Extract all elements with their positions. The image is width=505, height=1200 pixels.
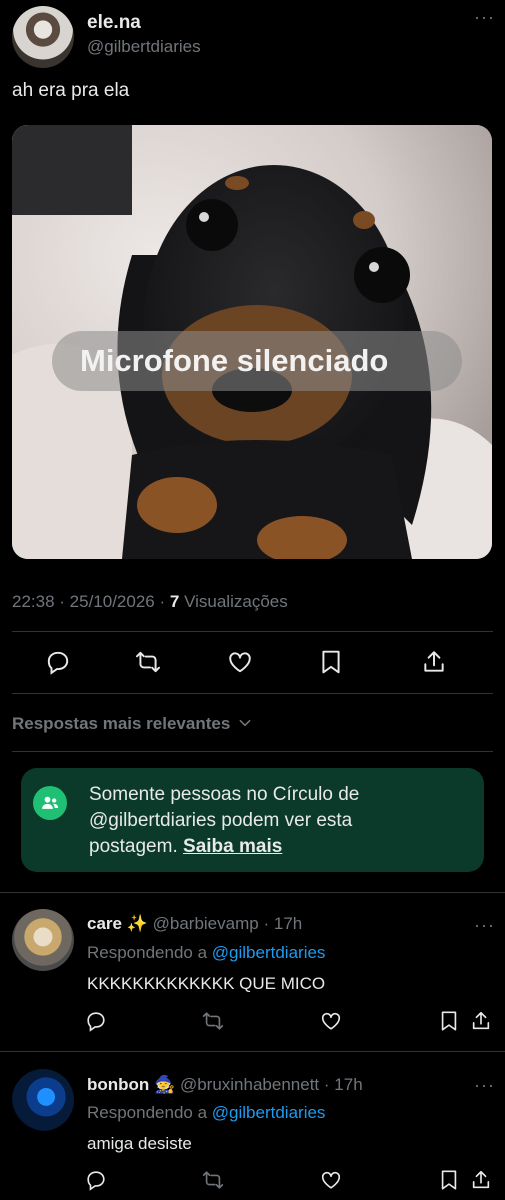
separator-dot: · [323, 1075, 330, 1094]
replying-to-handle[interactable]: @gilbertdiaries [212, 943, 326, 962]
more-options-icon[interactable]: ··· [474, 1076, 495, 1094]
replies-sort-label: Respostas mais relevantes [12, 714, 231, 733]
separator-dot: · [159, 592, 170, 611]
reply-time[interactable]: 17h [334, 1075, 362, 1094]
retweet-icon[interactable] [202, 1010, 224, 1032]
reply-time[interactable]: 17h [274, 914, 302, 933]
share-icon[interactable] [470, 1169, 492, 1191]
bookmark-icon[interactable] [438, 1169, 460, 1191]
reply-text: amiga desiste [87, 1134, 192, 1153]
divider [12, 693, 493, 694]
like-icon[interactable] [320, 1010, 342, 1032]
like-icon[interactable] [227, 649, 253, 675]
reply-text: KKKKKKKKKKKKK QUE MICO [87, 974, 326, 993]
image-caption: Microfone silenciado [80, 343, 389, 378]
reply-author-name[interactable]: care [87, 914, 122, 933]
reply-icon[interactable] [85, 1010, 107, 1032]
tweet-date: 25/10/2026 [69, 592, 155, 611]
separator-dot: · [263, 914, 270, 933]
views-count[interactable]: 7 [170, 592, 179, 611]
views-label[interactable]: Visualizações [184, 592, 288, 611]
replying-to-handle[interactable]: @gilbertdiaries [212, 1103, 326, 1122]
bookmark-icon[interactable] [318, 649, 344, 675]
author-name[interactable]: ele.na [87, 12, 141, 34]
chevron-down-icon [239, 719, 251, 727]
divider [0, 1051, 505, 1052]
divider [0, 892, 505, 893]
circle-notice-card: Somente pessoas no Círculo de @gilbertdi… [21, 768, 484, 872]
reply-avatar[interactable] [12, 1069, 74, 1131]
reply-author-handle[interactable]: @barbievamp [153, 914, 259, 933]
retweet-icon[interactable] [135, 649, 161, 675]
tweet-text: ah era pra ela [12, 80, 130, 101]
circle-notice-line1: Somente pessoas no Círculo de [89, 784, 360, 805]
divider [12, 751, 493, 752]
replying-to-prefix: Respondendo a [87, 943, 208, 962]
more-options-icon[interactable]: ··· [474, 8, 495, 26]
tweet-image[interactable]: Microfone silenciado [12, 125, 492, 559]
tweet-timestamp: 22:38 · 25/10/2026 · 7 Visualizações [12, 592, 288, 612]
tweet-time: 22:38 [12, 592, 55, 611]
circle-icon [33, 786, 67, 820]
reply-icon[interactable] [85, 1169, 107, 1191]
share-icon[interactable] [421, 649, 447, 675]
replying-to: Respondendo a @gilbertdiaries [87, 1103, 325, 1123]
separator-dot: · [59, 592, 70, 611]
circle-notice-line3: postagem. [89, 836, 178, 857]
reply-header: bonbon 🧙 @bruxinhabennett · 17h [87, 1075, 363, 1095]
witch-emoji: 🧙 [154, 1075, 176, 1094]
learn-more-link[interactable]: Saiba mais [183, 836, 282, 857]
replying-to-prefix: Respondendo a [87, 1103, 208, 1122]
divider [12, 631, 493, 632]
sparkles-emoji: ✨ [126, 914, 148, 933]
reply-author-handle[interactable]: @bruxinhabennett [180, 1075, 319, 1094]
circle-notice-text: Somente pessoas no Círculo de @gilbertdi… [89, 782, 359, 860]
circle-notice-line2: @gilbertdiaries podem ver esta [89, 810, 353, 831]
author-avatar[interactable] [12, 6, 74, 68]
like-icon[interactable] [320, 1169, 342, 1191]
reply-author-name[interactable]: bonbon [87, 1075, 149, 1094]
share-icon[interactable] [470, 1010, 492, 1032]
more-options-icon[interactable]: ··· [474, 916, 495, 934]
replies-sort-dropdown[interactable]: Respostas mais relevantes [12, 714, 252, 734]
retweet-icon[interactable] [202, 1169, 224, 1191]
reply-avatar[interactable] [12, 909, 74, 971]
replying-to: Respondendo a @gilbertdiaries [87, 943, 325, 963]
author-handle[interactable]: @gilbertdiaries [87, 37, 201, 57]
reply-header: care ✨ @barbievamp · 17h [87, 914, 302, 934]
bookmark-icon[interactable] [438, 1010, 460, 1032]
reply-icon[interactable] [45, 649, 71, 675]
